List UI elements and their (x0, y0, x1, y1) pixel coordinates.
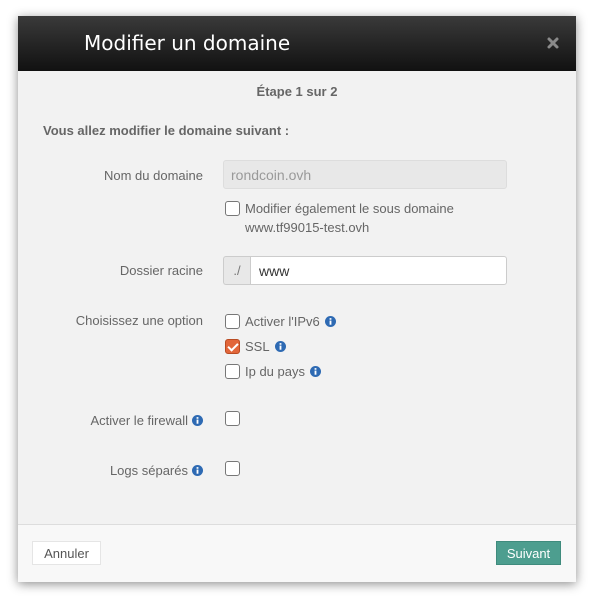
domain-name-field: rondcoin.ovh (223, 160, 507, 189)
info-icon[interactable] (324, 316, 336, 327)
cancel-button[interactable]: Annuler (32, 541, 101, 565)
logs-label: Logs séparés (110, 463, 203, 478)
ipv6-option[interactable]: Activer l'IPv6 (225, 314, 336, 329)
options-label: Choisissez une option (75, 313, 203, 328)
step-indicator: Étape 1 sur 2 (256, 84, 338, 99)
modal-footer: Annuler Suivant (18, 524, 576, 582)
root-prefix: ./ (223, 256, 250, 285)
root-label: Dossier racine (119, 263, 203, 278)
next-button[interactable]: Suivant (496, 541, 561, 565)
logs-checkbox[interactable] (225, 461, 240, 476)
ipv6-label: Activer l'IPv6 (245, 314, 320, 329)
info-icon[interactable] (310, 366, 321, 377)
country-ip-option[interactable]: Ip du pays (225, 364, 321, 379)
domain-label: Nom du domaine (104, 168, 203, 183)
ipv6-checkbox[interactable] (225, 314, 240, 329)
ssl-option[interactable]: SSL (225, 339, 286, 354)
country-ip-label: Ip du pays (245, 364, 305, 379)
root-folder-input[interactable] (250, 256, 507, 285)
subdomain-option[interactable]: Modifier également le sous domaine www.t… (225, 199, 535, 237)
ssl-label: SSL (245, 339, 270, 354)
firewall-label: Activer le firewall (90, 413, 203, 428)
info-icon[interactable] (274, 341, 286, 352)
modal-header: Modifier un domaine (18, 16, 576, 71)
modal-title: Modifier un domaine (84, 31, 291, 55)
ssl-checkbox[interactable] (225, 339, 240, 354)
country-ip-checkbox[interactable] (225, 364, 240, 379)
info-icon[interactable] (192, 415, 203, 426)
subdomain-checkbox[interactable] (225, 201, 240, 216)
edit-domain-modal: Modifier un domaine Étape 1 sur 2 Vous a… (18, 16, 576, 582)
close-icon[interactable] (546, 36, 560, 50)
intro-text: Vous allez modifier le domaine suivant : (43, 123, 290, 138)
subdomain-label: Modifier également le sous domaine www.t… (245, 201, 454, 235)
firewall-checkbox[interactable] (225, 411, 240, 426)
info-icon[interactable] (192, 465, 203, 476)
